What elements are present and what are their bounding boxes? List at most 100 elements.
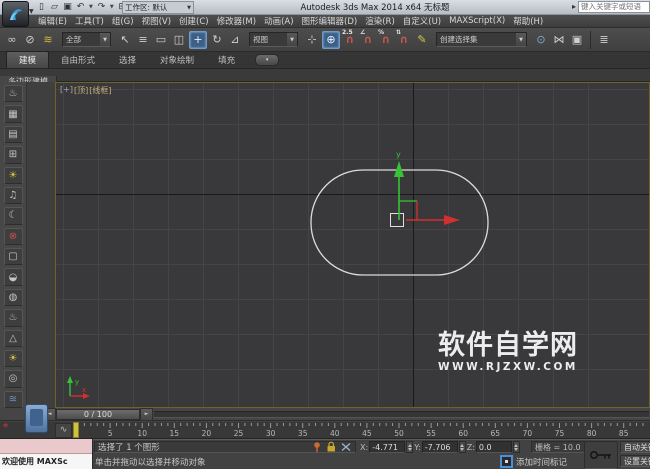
listener-output-row[interactable]: 欢迎使用 MAXSc <box>0 454 92 469</box>
gizmo-x-arrowhead[interactable] <box>444 215 460 225</box>
ribbon-tab-自由形式[interactable]: 自由形式 <box>49 52 107 68</box>
sphere-primitive-icon[interactable]: ◍ <box>3 288 23 307</box>
sound-icon[interactable]: ♫ <box>3 186 23 205</box>
undo-icon[interactable]: ↶ <box>75 1 86 13</box>
offset-mode-icon[interactable] <box>341 443 351 451</box>
y-coordinate-field[interactable]: -7.706 <box>421 441 458 453</box>
new-scene-icon[interactable]: ▯ <box>36 1 47 13</box>
snap-toggle-icon[interactable]: ∩ 2.5 <box>342 29 358 48</box>
unlink-selection-icon[interactable]: ⊘ <box>22 32 38 48</box>
menu-item[interactable]: 编辑(E) <box>34 15 71 27</box>
highlighted-toggle-button[interactable] <box>25 404 48 433</box>
gizmo-y-arrowhead[interactable] <box>394 161 404 177</box>
menu-item[interactable]: 组(G) <box>108 15 138 27</box>
layer-manager-icon[interactable]: ≣ <box>596 32 612 48</box>
align-icon[interactable]: ▣ <box>569 32 585 48</box>
x-spinner-control[interactable] <box>406 441 414 453</box>
open-file-icon[interactable]: ▱ <box>49 1 60 13</box>
current-frame-marker[interactable] <box>73 422 79 438</box>
set-key-button[interactable]: 设置关键点 <box>620 455 650 467</box>
viewport-pov-menu[interactable]: [顶] <box>74 85 88 96</box>
select-and-link-icon[interactable]: ∞ <box>4 32 20 48</box>
viewport-general-menu[interactable]: [+] <box>60 85 73 96</box>
material-editor-icon[interactable]: ⊞ <box>3 146 23 164</box>
rectangular-selection-region-icon[interactable]: ▭ <box>153 32 169 48</box>
menu-item[interactable]: 工具(T) <box>71 15 108 27</box>
ribbon-tab-选择[interactable]: 选择 <box>107 52 148 68</box>
x-coordinate-field[interactable]: -4.771 <box>369 441 406 453</box>
use-pivot-center-icon[interactable]: ⊹ <box>304 32 320 48</box>
dropdown-caret-icon[interactable]: ▼ <box>89 4 93 10</box>
menu-item[interactable]: 动画(A) <box>260 15 297 27</box>
infocenter-search-input[interactable] <box>578 0 650 13</box>
isolate-selection-icon[interactable] <box>314 442 320 452</box>
selection-lock-icon[interactable] <box>327 441 336 452</box>
dome-primitive-icon[interactable]: ◒ <box>3 268 23 286</box>
motion-red-icon[interactable]: ⊗ <box>3 227 23 245</box>
dropdown-arrow-icon[interactable]: ▼ <box>100 33 110 46</box>
listener-macro-row[interactable] <box>0 439 92 454</box>
render-teapot-icon[interactable]: ♨ <box>3 85 23 103</box>
select-and-rotate-icon[interactable]: ↻ <box>209 32 225 48</box>
menu-item[interactable]: 修改器(M) <box>213 15 260 27</box>
teapot-primitive-icon[interactable]: ♨ <box>3 309 23 327</box>
menu-item[interactable]: 帮助(H) <box>509 15 547 27</box>
z-spinner-control[interactable] <box>512 441 520 453</box>
set-keys-button[interactable] <box>584 441 618 469</box>
angle-snap-icon[interactable]: ∩ ∠ <box>360 29 376 48</box>
redo-icon[interactable]: ↷ <box>96 1 107 13</box>
add-time-tag[interactable]: 添加时间标记 <box>500 455 567 468</box>
moon-icon[interactable]: ☾ <box>3 207 23 225</box>
cone-primitive-icon[interactable]: △ <box>3 329 23 347</box>
named-selection-sets-dropdown[interactable]: 创建选择集 ▼ <box>436 32 527 47</box>
application-menu-caret-icon[interactable]: ▼ <box>29 8 34 15</box>
frame-ruler[interactable]: 5 10 15 20 25 30 35 40 45 50 55 60 65 70 75 80 85 <box>0 422 650 438</box>
light-bulb-icon[interactable]: ☀ <box>3 166 23 184</box>
select-and-scale-icon[interactable]: ⊿ <box>227 32 243 48</box>
box-primitive-icon[interactable]: ▢ <box>3 248 23 266</box>
selection-filter-dropdown[interactable]: 全部 ▼ <box>62 32 111 47</box>
maxscript-mini-listener[interactable]: 欢迎使用 MAXSc <box>0 439 93 469</box>
track-bar[interactable]: ∿ 5 10 15 20 25 30 35 40 45 50 55 60 65 70 75 80 85 <box>0 422 650 439</box>
menu-item[interactable]: 自定义(U) <box>399 15 445 27</box>
y-spinner-control[interactable] <box>458 441 466 453</box>
disc-primitive-icon[interactable]: ◎ <box>3 370 23 388</box>
time-slider-track[interactable] <box>154 410 649 418</box>
percent-snap-icon[interactable]: ∩% <box>378 29 394 48</box>
add-time-tag-label[interactable]: 添加时间标记 <box>516 456 567 468</box>
ribbon-display-toggle[interactable]: ▾ <box>255 54 280 66</box>
ribbon-tab-建模[interactable]: 建模 <box>6 51 50 68</box>
reference-coordinate-dropdown[interactable]: 视图 ▼ <box>249 32 298 47</box>
dropdown-arrow-icon[interactable]: ▼ <box>516 33 526 46</box>
bind-to-space-warp-icon[interactable]: ≋ <box>40 32 56 48</box>
mirror-icon[interactable]: ⋈ <box>551 32 567 48</box>
application-menu-button[interactable] <box>2 1 29 27</box>
rendered-frame-icon[interactable]: ▦ <box>3 105 23 123</box>
top-viewport[interactable]: [+] [顶] [线框] y 软件自学网 WWW.RJZXW.COM y x <box>55 82 650 408</box>
save-file-icon[interactable]: ▣ <box>62 1 73 13</box>
viewport-shading-menu[interactable]: [线框] <box>89 85 111 96</box>
ribbon-tab-对象绘制[interactable]: 对象绘制 <box>148 52 206 68</box>
menu-item[interactable]: 渲染(R) <box>361 15 399 27</box>
edit-named-selections-icon[interactable]: ✎ <box>414 32 430 48</box>
ribbon-tab-填充[interactable]: 填充 <box>206 52 247 68</box>
menu-item[interactable]: 视图(V) <box>138 15 175 27</box>
sun-icon[interactable]: ☀ <box>3 349 23 368</box>
menu-item[interactable]: 图形编辑器(D) <box>298 15 362 27</box>
time-slider-handle[interactable]: 0 / 100 <box>56 408 140 420</box>
select-object-icon[interactable]: ↖ <box>117 32 133 48</box>
select-and-move-icon[interactable]: + <box>189 30 207 49</box>
mini-curve-editor-button[interactable]: ∿ <box>55 423 72 438</box>
spinner-snap-icon[interactable]: ∩ ⇅ <box>396 29 412 48</box>
select-by-name-icon[interactable]: ≡ <box>135 32 151 48</box>
waves-icon[interactable]: ≋ <box>3 390 23 408</box>
dropdown-caret-icon[interactable]: ▼ <box>110 4 114 10</box>
menu-item[interactable]: MAXScript(X) <box>445 16 509 26</box>
dropdown-arrow-icon[interactable]: ▼ <box>287 33 297 46</box>
select-and-manipulate-icon[interactable]: ⊕ <box>322 30 340 49</box>
infocenter-arrow-icon[interactable]: ▸ <box>572 2 576 11</box>
render-setup-icon[interactable]: ▤ <box>3 125 23 144</box>
menu-item[interactable]: 创建(C) <box>175 15 213 27</box>
isolate-selection-icon[interactable]: ⊙ <box>533 32 549 48</box>
auto-key-button[interactable]: 自动关键点 <box>620 441 650 453</box>
